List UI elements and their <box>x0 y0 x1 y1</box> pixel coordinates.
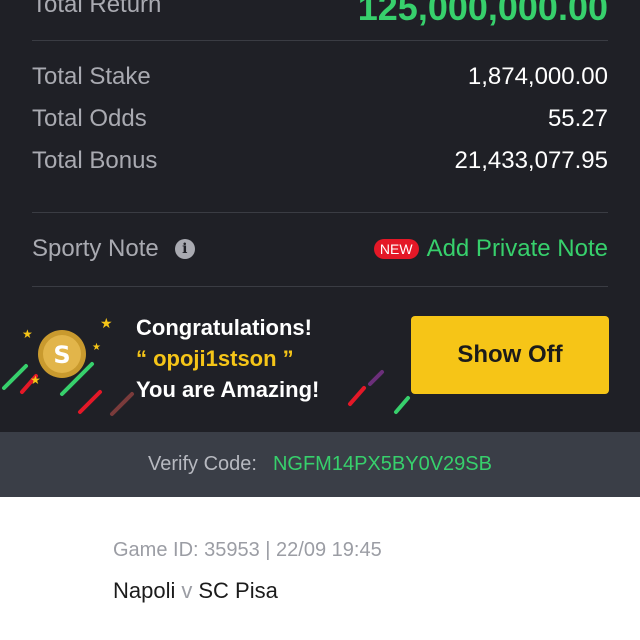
away-team: SC Pisa <box>198 578 278 603</box>
star-icon: ★ <box>22 327 33 341</box>
divider <box>32 212 608 213</box>
congrats-line: Congratulations! <box>136 315 312 340</box>
confetti-streak <box>394 396 410 414</box>
username: “ opoji1stson ” <box>136 346 294 371</box>
game-id: Game ID: 35953 | 22/09 19:45 <box>113 539 382 561</box>
home-team: Napoli <box>113 578 176 603</box>
congratulations-message: Congratulations! “ opoji1stson ” You are… <box>136 312 319 405</box>
coin-icon: S <box>38 330 86 378</box>
star-icon: ★ <box>100 316 113 332</box>
confetti-streak <box>368 370 384 386</box>
add-private-note[interactable]: NEW Add Private Note <box>373 234 608 264</box>
confetti-streak <box>2 364 28 390</box>
match-teams: Napoli v SC Pisa <box>113 577 278 605</box>
total-bonus-label: Total Bonus <box>32 147 158 174</box>
versus-separator: v <box>181 578 193 603</box>
verify-code-value[interactable]: NGFM14PX5BY0V29SB <box>273 453 492 476</box>
star-icon: ★ <box>92 342 101 353</box>
divider <box>32 286 608 287</box>
divider <box>32 40 608 41</box>
total-stake-label: Total Stake <box>32 63 151 90</box>
sporty-note: Sporty Note i <box>32 234 195 264</box>
confetti-streak <box>78 390 102 414</box>
congrats-line: You are Amazing! <box>136 377 320 402</box>
confetti-streak <box>110 392 134 416</box>
star-icon: ★ <box>30 373 41 387</box>
verify-code-label: Verify Code: <box>148 453 257 475</box>
new-badge: NEW <box>373 239 419 259</box>
total-return-label: Total Return <box>32 0 162 18</box>
total-odds-label: Total Odds <box>32 105 147 132</box>
sporty-note-label: Sporty Note <box>32 235 159 262</box>
svg-text:S: S <box>53 341 70 369</box>
confetti-streak <box>348 386 366 406</box>
show-off-button[interactable]: Show Off <box>411 316 609 394</box>
total-bonus-value: 21,433,077.95 <box>454 147 608 174</box>
add-private-note-link[interactable]: Add Private Note <box>427 234 608 264</box>
verify-code-bar: Verify Code: NGFM14PX5BY0V29SB <box>0 432 640 497</box>
total-odds-value: 55.27 <box>547 105 608 132</box>
info-icon[interactable]: i <box>174 239 195 259</box>
total-stake-value: 1,874,000.00 <box>467 63 608 90</box>
total-return-value: 125,000,000.00 <box>357 0 608 28</box>
